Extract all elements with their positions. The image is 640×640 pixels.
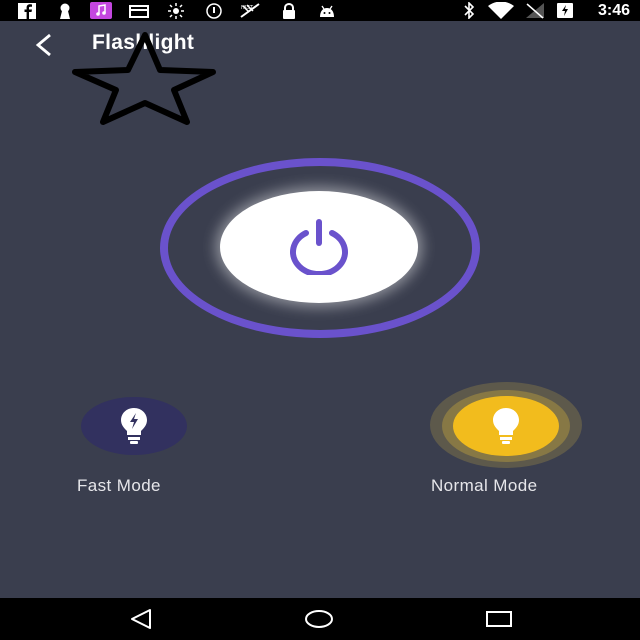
home-circle-icon: [305, 610, 333, 628]
fast-mode-label[interactable]: Fast Mode: [77, 476, 161, 496]
status-clock: 3:46: [597, 2, 630, 19]
nav-back-button[interactable]: [126, 608, 156, 630]
android-icon: [316, 2, 338, 19]
status-bar: FAST 3:46: [0, 0, 640, 21]
card-icon: [128, 2, 150, 19]
facebook-icon: [16, 2, 38, 19]
back-arrow-icon: [35, 33, 51, 57]
music-app-icon: [90, 2, 112, 19]
signal-icon: [524, 2, 546, 19]
fast-mode-circle: [81, 397, 187, 455]
lock-icon: [278, 2, 300, 19]
bulb-flash-icon: [121, 408, 147, 444]
star-icon: [72, 32, 216, 125]
normal-mode-label[interactable]: Normal Mode: [431, 476, 537, 496]
sync-icon: [203, 2, 225, 19]
svg-text:FAST: FAST: [241, 5, 254, 11]
no-signal-icon: FAST: [239, 2, 261, 19]
sun-icon: [165, 2, 187, 19]
bulb-icon: [493, 408, 519, 444]
back-triangle-icon: [131, 609, 151, 629]
nav-home-button[interactable]: [304, 608, 334, 630]
power-icon: [290, 219, 348, 275]
nav-recents-button[interactable]: [484, 608, 514, 630]
bluetooth-icon: [458, 2, 480, 19]
wifi-icon: [486, 2, 516, 19]
keyhole-icon: [54, 2, 76, 19]
power-button[interactable]: [220, 191, 418, 303]
recents-square-icon: [486, 611, 512, 627]
normal-mode-circle: [453, 396, 559, 456]
battery-icon: [554, 2, 576, 19]
back-button[interactable]: [30, 32, 56, 58]
navigation-bar: [0, 598, 640, 640]
